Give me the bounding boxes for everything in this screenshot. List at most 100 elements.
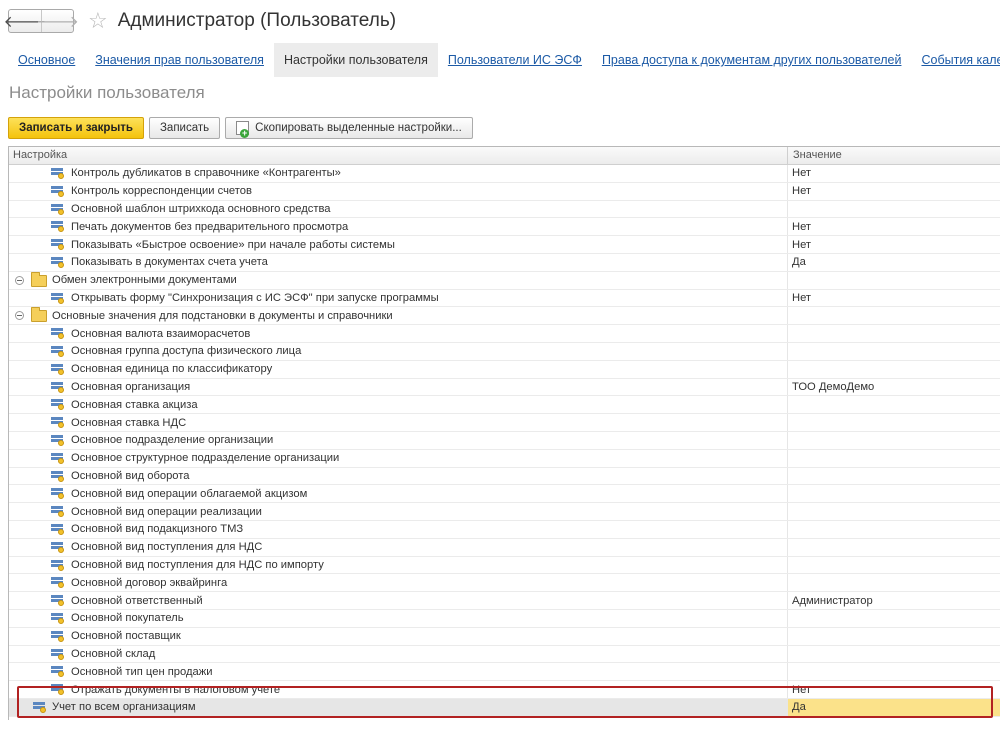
table-group-row[interactable]: Основные значения для подстановки в доку… xyxy=(9,307,1000,326)
value-cell[interactable] xyxy=(788,539,1000,556)
table-row[interactable]: Основной тип цен продажи xyxy=(9,663,1000,682)
setting-cell[interactable]: Отражать документы в налоговом учете xyxy=(9,681,788,698)
table-row[interactable]: Основное подразделение организации xyxy=(9,431,1000,450)
value-cell[interactable]: Нет xyxy=(788,218,1000,235)
value-cell[interactable] xyxy=(788,574,1000,591)
value-cell[interactable] xyxy=(788,361,1000,378)
table-row[interactable]: Основной вид подакцизного ТМЗ xyxy=(9,520,1000,539)
value-cell[interactable]: Нет xyxy=(788,183,1000,200)
value-cell[interactable] xyxy=(788,201,1000,218)
setting-cell[interactable]: Основной вид операции реализации xyxy=(9,503,788,520)
table-row[interactable]: Показывать в документах счета учета Да xyxy=(9,253,1000,272)
setting-cell[interactable]: Основная единица по классификатору xyxy=(9,360,788,378)
value-cell[interactable] xyxy=(788,663,1000,680)
value-cell[interactable] xyxy=(788,414,1000,431)
tab-user-rights-values[interactable]: Значения прав пользователя xyxy=(85,43,274,77)
setting-cell[interactable]: Основной тип цен продажи xyxy=(9,663,788,681)
value-cell[interactable]: Да xyxy=(788,254,1000,271)
collapse-icon[interactable] xyxy=(15,311,24,321)
collapse-icon[interactable] xyxy=(15,275,24,285)
value-cell[interactable] xyxy=(788,432,1000,449)
setting-cell[interactable]: Показывать в документах счета учета xyxy=(9,253,788,271)
setting-cell[interactable]: Основная ставка НДС xyxy=(9,414,788,431)
setting-cell[interactable]: Основные значения для подстановки в доку… xyxy=(9,307,788,325)
table-row[interactable]: Основной вид поступления для НДС по импо… xyxy=(9,556,1000,575)
table-row[interactable]: Основной покупатель xyxy=(9,609,1000,628)
setting-cell[interactable]: Основной договор эквайринга xyxy=(9,574,788,592)
table-row[interactable]: Основной вид поступления для НДС xyxy=(9,538,1000,557)
value-cell[interactable]: Нет xyxy=(788,290,1000,307)
column-header-value[interactable]: Значение xyxy=(788,147,1000,164)
setting-cell[interactable]: Основное структурное подразделение орган… xyxy=(9,449,788,467)
value-cell[interactable]: Нет xyxy=(788,236,1000,253)
table-row[interactable]: Контроль корреспонденции счетов Нет xyxy=(9,182,1000,201)
setting-cell[interactable]: Основной вид подакцизного ТМЗ xyxy=(9,520,788,538)
tab-document-access-rights[interactable]: Права доступа к документам других пользо… xyxy=(592,43,912,77)
value-cell[interactable]: Нет xyxy=(788,165,1000,182)
table-row[interactable]: Основной шаблон штрихкода основного сред… xyxy=(9,200,1000,219)
setting-cell[interactable]: Учет по всем организациям xyxy=(9,698,788,716)
value-cell[interactable] xyxy=(788,503,1000,520)
setting-cell[interactable]: Обмен электронными документами xyxy=(9,271,788,289)
tab-calendar-events[interactable]: События календаря xyxy=(911,43,1000,77)
setting-cell[interactable]: Основной покупатель xyxy=(9,609,788,627)
save-and-close-button[interactable]: Записать и закрыть xyxy=(8,117,144,139)
setting-cell[interactable]: Основной поставщик xyxy=(9,627,788,645)
forward-button[interactable]: 🡒 xyxy=(36,10,79,32)
value-cell[interactable]: Администратор xyxy=(788,592,1000,609)
favorite-star-icon[interactable]: ☆ xyxy=(88,10,108,32)
save-button[interactable]: Записать xyxy=(148,117,221,139)
column-header-setting[interactable]: Настройка xyxy=(9,147,788,164)
table-row[interactable]: Основное структурное подразделение орган… xyxy=(9,449,1000,468)
setting-cell[interactable]: Показывать «Быстрое освоение» при начале… xyxy=(9,236,788,253)
value-cell[interactable] xyxy=(788,325,1000,342)
setting-cell[interactable]: Основной склад xyxy=(9,645,788,663)
table-row[interactable]: Печать документов без предварительного п… xyxy=(9,218,1000,237)
setting-cell[interactable]: Основной вид оборота xyxy=(9,467,788,485)
setting-cell[interactable]: Печать документов без предварительного п… xyxy=(9,218,788,236)
table-row[interactable]: Основной договор эквайринга xyxy=(9,574,1000,593)
table-row[interactable]: Основная валюта взаиморасчетов xyxy=(9,325,1000,343)
table-row[interactable]: Основной ответственный Администратор xyxy=(9,592,1000,610)
value-cell[interactable]: ТОО ДемоДемо xyxy=(788,379,1000,396)
table-row[interactable]: Отражать документы в налоговом учете Нет xyxy=(9,681,1000,699)
table-row[interactable]: Основная ставка акциза xyxy=(9,396,1000,415)
table-group-row[interactable]: Обмен электронными документами xyxy=(9,271,1000,290)
table-row[interactable]: Основной склад xyxy=(9,645,1000,664)
table-row[interactable]: Основная организация ТОО ДемоДемо xyxy=(9,378,1000,397)
setting-cell[interactable]: Основная организация xyxy=(9,378,788,396)
table-row[interactable]: Показывать «Быстрое освоение» при начале… xyxy=(9,236,1000,254)
value-cell[interactable] xyxy=(788,485,1000,502)
value-cell[interactable] xyxy=(788,450,1000,467)
table-row[interactable]: Основной вид оборота xyxy=(9,467,1000,486)
value-cell[interactable] xyxy=(788,396,1000,413)
table-row[interactable]: Учет по всем организациям Да xyxy=(9,698,1000,717)
table-row[interactable]: Основная группа доступа физического лица xyxy=(9,342,1000,361)
setting-cell[interactable]: Открывать форму "Синхронизация с ИС ЭСФ"… xyxy=(9,289,788,307)
table-row[interactable]: Основной вид операции облагаемой акцизом xyxy=(9,485,1000,504)
value-cell[interactable] xyxy=(788,343,1000,360)
setting-cell[interactable]: Контроль корреспонденции счетов xyxy=(9,182,788,200)
setting-cell[interactable]: Основное подразделение организации xyxy=(9,431,788,449)
table-row[interactable]: Основная единица по классификатору xyxy=(9,360,1000,379)
value-cell[interactable] xyxy=(788,557,1000,574)
table-row[interactable]: Основной поставщик xyxy=(9,627,1000,646)
tab-user-settings[interactable]: Настройки пользователя xyxy=(273,43,438,77)
copy-settings-button[interactable]: Скопировать выделенные настройки... xyxy=(225,117,473,139)
tab-esf-users[interactable]: Пользователи ИС ЭСФ xyxy=(438,43,592,77)
value-cell[interactable] xyxy=(788,307,1000,324)
value-cell[interactable] xyxy=(788,610,1000,627)
value-cell[interactable]: Да xyxy=(788,698,1000,716)
value-cell[interactable] xyxy=(788,468,1000,485)
setting-cell[interactable]: Основной ответственный xyxy=(9,592,788,609)
setting-cell[interactable]: Основная валюта взаиморасчетов xyxy=(9,325,788,342)
setting-cell[interactable]: Основная ставка акциза xyxy=(9,396,788,414)
setting-cell[interactable]: Контроль дубликатов в справочнике «Контр… xyxy=(9,165,788,182)
setting-cell[interactable]: Основной вид операции облагаемой акцизом xyxy=(9,485,788,503)
value-cell[interactable] xyxy=(788,272,1000,289)
value-cell[interactable]: Нет xyxy=(788,681,1000,698)
setting-cell[interactable]: Основной шаблон штрихкода основного сред… xyxy=(9,200,788,218)
setting-cell[interactable]: Основной вид поступления для НДС xyxy=(9,538,788,556)
table-row[interactable]: Контроль дубликатов в справочнике «Контр… xyxy=(9,165,1000,183)
table-row[interactable]: Открывать форму "Синхронизация с ИС ЭСФ"… xyxy=(9,289,1000,308)
